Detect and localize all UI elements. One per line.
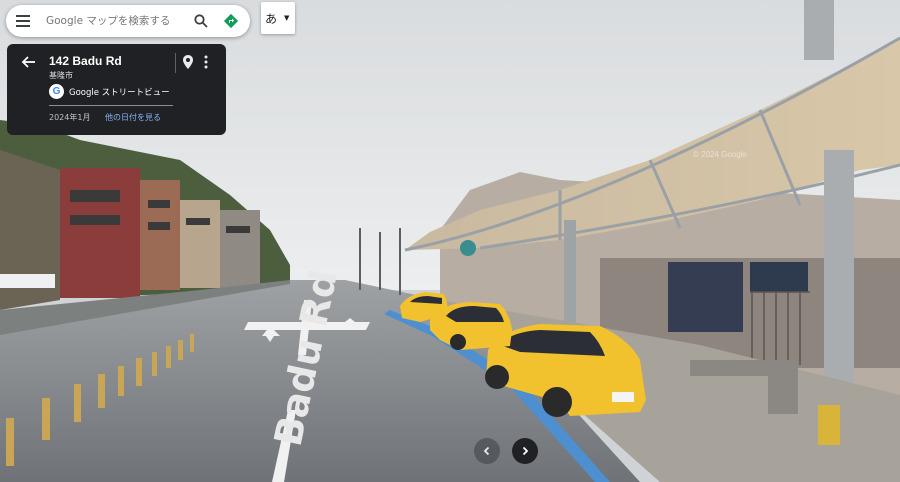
google-logo-icon: G xyxy=(49,84,64,99)
input-method-label: あ xyxy=(265,11,278,26)
location-city: 基隆市 xyxy=(49,71,73,80)
more-vert-icon xyxy=(204,55,208,69)
search-input[interactable] xyxy=(46,15,186,27)
pillar-top xyxy=(804,0,834,60)
pillar-mid xyxy=(564,220,576,324)
more-options-button[interactable] xyxy=(203,54,211,70)
building-red xyxy=(60,168,140,298)
station-window-right xyxy=(750,262,808,292)
card-separator xyxy=(49,105,173,106)
bench xyxy=(690,360,798,376)
chevron-right-icon xyxy=(522,446,529,456)
imagery-source: Google ストリートビュー xyxy=(69,88,170,98)
back-button[interactable] xyxy=(21,54,37,70)
building-gray xyxy=(220,210,260,288)
card-divider xyxy=(175,53,176,73)
search-box xyxy=(6,5,250,37)
input-method-toggle[interactable]: あ ▼ xyxy=(261,2,295,34)
arrow-back-icon xyxy=(21,56,35,68)
directions-icon xyxy=(223,13,239,29)
previous-image-button[interactable] xyxy=(474,438,500,464)
directions-button[interactable] xyxy=(216,5,246,37)
location-pin-icon xyxy=(183,55,193,69)
caret-down-icon: ▼ xyxy=(284,14,290,22)
search-icon xyxy=(194,14,208,28)
search-button[interactable] xyxy=(186,5,216,37)
see-other-dates-link[interactable]: 他の日付を見る xyxy=(105,112,161,123)
location-address: 142 Badu Rd xyxy=(49,54,122,68)
chevron-left-icon xyxy=(483,446,490,456)
station-window-left xyxy=(668,262,743,332)
building-brick xyxy=(140,180,180,290)
left-sign xyxy=(0,274,55,288)
location-info-card: 142 Badu Rd 基隆市 G Google ストリートビュー 2024年1… xyxy=(7,44,226,135)
bench-leg xyxy=(768,376,798,414)
menu-icon xyxy=(16,15,30,27)
show-on-map-button[interactable] xyxy=(182,54,196,70)
building-tan xyxy=(180,200,220,288)
capture-date: 2024年1月 xyxy=(49,113,91,122)
bus-stop-sign xyxy=(460,240,476,256)
bollard-yellow xyxy=(818,405,840,445)
menu-button[interactable] xyxy=(6,5,40,37)
next-image-button[interactable] xyxy=(512,438,538,464)
copyright-watermark: © 2024 Google xyxy=(693,150,747,159)
